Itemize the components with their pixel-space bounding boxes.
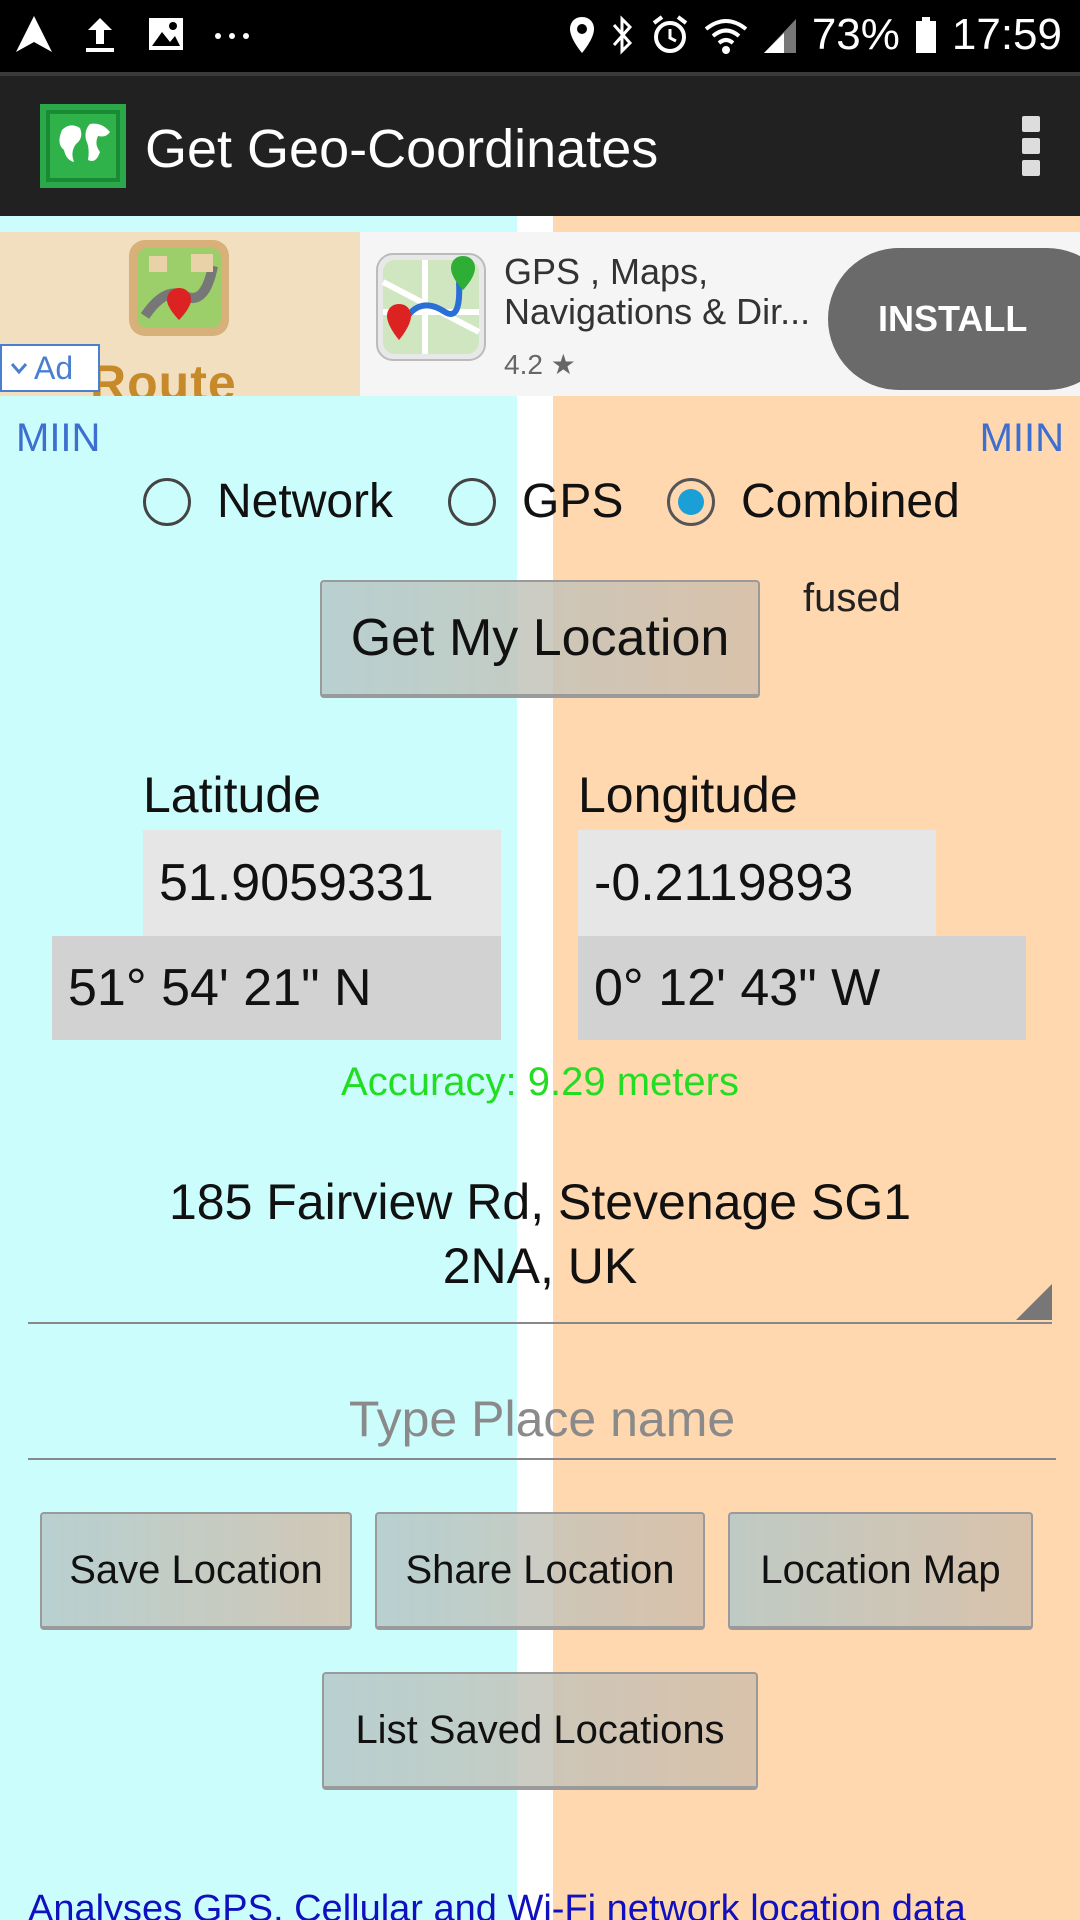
- status-left-icons: [14, 12, 252, 56]
- longitude-decimal[interactable]: -0.2119893: [578, 830, 936, 936]
- location-map-button[interactable]: Location Map: [728, 1512, 1033, 1630]
- battery-percent: 73%: [811, 10, 900, 59]
- overflow-menu-icon[interactable]: [1022, 116, 1042, 180]
- status-bar: 73% 17:59: [0, 0, 1080, 72]
- longitude-label: Longitude: [578, 767, 798, 823]
- ad-badge[interactable]: Ad: [0, 344, 100, 392]
- wifi-icon: [704, 19, 748, 54]
- radio-network-label: Network: [217, 475, 394, 528]
- footer-info-link[interactable]: Analyses GPS, Cellular and Wi-Fi network…: [28, 1888, 966, 1920]
- status-right-icons: 73% 17:59: [568, 10, 1062, 60]
- list-saved-locations-button[interactable]: List Saved Locations: [322, 1672, 758, 1790]
- resize-handle-icon[interactable]: [1016, 1284, 1052, 1320]
- radio-network-circle[interactable]: [143, 477, 191, 526]
- latitude-decimal[interactable]: 51.9059331: [143, 830, 501, 936]
- location-pin-icon: [569, 17, 594, 53]
- miin-right-label: MIIN: [979, 416, 1064, 460]
- address-underline: [28, 1322, 1052, 1324]
- latitude-label: Latitude: [143, 767, 321, 823]
- app-bar: Get Geo-Coordinates: [0, 72, 1080, 216]
- address-text[interactable]: 185 Fairview Rd, Stevenage SG1 2NA, UK: [120, 1170, 960, 1298]
- radio-gps-circle[interactable]: [448, 477, 496, 526]
- longitude-dms[interactable]: 0° 12' 43" W: [578, 936, 1026, 1040]
- app-title: Get Geo-Coordinates: [145, 119, 659, 179]
- ad-left-banner[interactable]: Route Finde Ad: [0, 232, 360, 396]
- place-name-input[interactable]: [28, 1380, 1056, 1460]
- radio-network[interactable]: Network: [143, 474, 393, 529]
- ad-badge-label: Ad: [34, 349, 74, 386]
- signal-icon: [763, 19, 796, 53]
- main-content: Route Finde Ad GPS , Maps, Navigations &…: [0, 216, 1080, 1920]
- route-finder-thumbnail-icon: [129, 240, 229, 336]
- radio-gps[interactable]: GPS: [448, 474, 623, 529]
- image-icon: [149, 18, 183, 50]
- radio-combined-circle[interactable]: [667, 477, 715, 526]
- clock: 17:59: [951, 10, 1062, 59]
- ad-banner[interactable]: Route Finde Ad GPS , Maps, Navigations &…: [0, 232, 1080, 396]
- radio-gps-label: GPS: [522, 475, 624, 528]
- ad-left-banner-text: Route Finde: [90, 355, 237, 396]
- radio-combined[interactable]: Combined: [667, 474, 960, 529]
- upload-icon: [86, 18, 114, 52]
- accuracy-text: Accuracy: 9.29 meters: [341, 1060, 739, 1104]
- get-my-location-button[interactable]: Get My Location: [320, 580, 760, 698]
- miin-left-label: MIIN: [16, 416, 101, 460]
- install-button[interactable]: INSTALL: [828, 248, 1080, 390]
- battery-icon: [915, 17, 936, 53]
- ad-rating: 4.2 ★: [504, 349, 576, 380]
- more-horiz-icon: [215, 33, 249, 39]
- ad-title[interactable]: GPS , Maps, Navigations & Dir...: [504, 252, 834, 332]
- save-location-button[interactable]: Save Location: [40, 1512, 352, 1630]
- alarm-icon: [652, 15, 688, 53]
- navigation-icon: [16, 16, 52, 52]
- share-location-button[interactable]: Share Location: [375, 1512, 705, 1630]
- latitude-dms[interactable]: 51° 54' 21" N: [52, 936, 501, 1040]
- bluetooth-icon: [612, 15, 632, 55]
- provider-tag: fused: [803, 576, 901, 620]
- app-logo-globe-icon: [40, 104, 126, 188]
- provider-radio-group: Network GPS Combined: [0, 462, 1080, 542]
- maps-app-icon: [376, 253, 486, 361]
- chevron-down-icon: [10, 363, 28, 375]
- radio-combined-label: Combined: [741, 475, 960, 528]
